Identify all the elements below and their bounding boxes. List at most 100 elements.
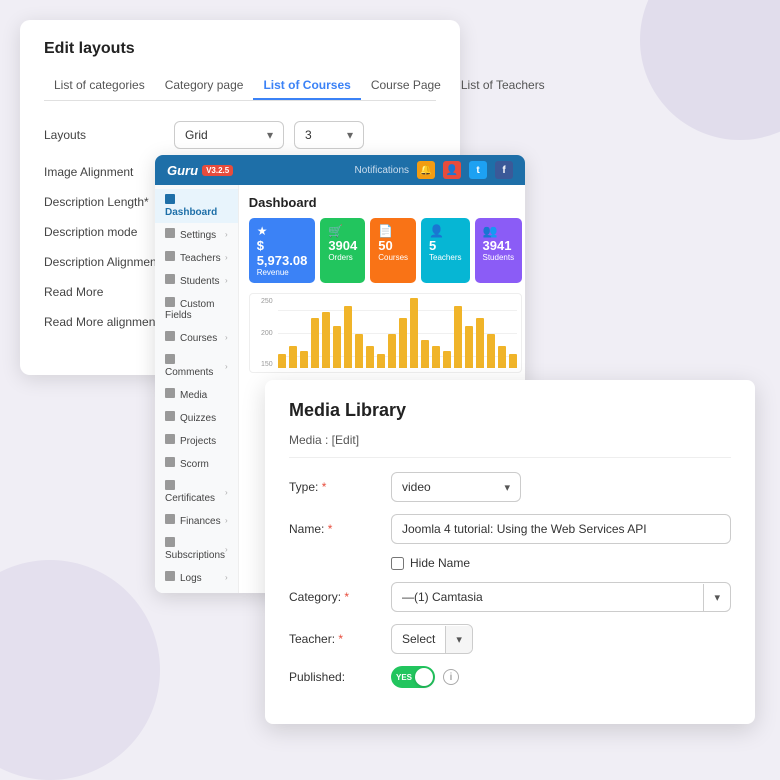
twitter-icon[interactable]: t (469, 161, 487, 179)
hide-name-row: Hide Name (391, 556, 731, 570)
sidebar-item-settings[interactable]: Settings › (155, 223, 238, 246)
tab-category-page[interactable]: Category page (155, 72, 254, 100)
teachers-icon (165, 251, 175, 261)
chart-bar (498, 346, 506, 368)
name-row: Name: * Joomla 4 tutorial: Using the Web… (289, 514, 731, 544)
chevron-right-icon: › (225, 230, 228, 239)
chevron-right-icon: › (225, 516, 228, 525)
certificates-icon (165, 480, 175, 490)
chart-y-150: 150 (252, 361, 273, 368)
chart-bar (410, 298, 418, 368)
scorm-icon (165, 457, 175, 467)
type-required: * (322, 480, 327, 494)
person-icon: 👤 (429, 224, 461, 238)
quizzes-icon (165, 411, 175, 421)
sidebar-item-students[interactable]: Students › (155, 269, 238, 292)
type-value: video (402, 480, 431, 494)
sidebar-item-logs[interactable]: Logs › (155, 566, 238, 589)
chevron-right-icon: › (225, 488, 228, 497)
chart-bar (333, 326, 341, 368)
name-input[interactable]: Joomla 4 tutorial: Using the Web Service… (391, 514, 731, 544)
name-label: Name: * (289, 522, 379, 536)
published-toggle[interactable]: YES (391, 666, 435, 688)
layout-num-select[interactable]: 3 ▾ (294, 121, 364, 149)
tab-list-of-categories[interactable]: List of categories (44, 72, 155, 100)
chart-bar (289, 346, 297, 368)
stat-orders: 🛒 3904 Orders (320, 218, 365, 283)
sidebar-item-subscriptions[interactable]: Subscriptions › (155, 532, 238, 566)
teacher-row: Teacher: * Select ▾ (289, 624, 731, 654)
name-value: Joomla 4 tutorial: Using the Web Service… (402, 522, 647, 536)
media-library-title: Media Library (289, 400, 731, 421)
hide-name-checkbox[interactable] (391, 557, 404, 570)
chevron-right-icon: › (225, 545, 228, 554)
sidebar-item-projects[interactable]: Projects (155, 429, 238, 452)
sidebar-item-media[interactable]: Media (155, 383, 238, 406)
layouts-label: Layouts (44, 128, 174, 142)
published-label: Published: (289, 670, 379, 684)
layout-grid-select[interactable]: Grid ▾ (174, 121, 284, 149)
user-icon[interactable]: 👤 (443, 161, 461, 179)
tab-list-of-courses[interactable]: List of Courses (253, 72, 360, 100)
chart-y-250: 250 (252, 298, 273, 305)
category-row: Category: * —(1) Camtasia ▾ (289, 582, 731, 612)
teacher-select[interactable]: Select ▾ (391, 624, 473, 654)
edit-layouts-title: Edit layouts (44, 40, 436, 58)
type-select[interactable]: video ▾ (391, 472, 521, 502)
stat-teachers: 👤 5 Teachers (421, 218, 469, 283)
sidebar-item-dashboard[interactable]: Dashboard (155, 189, 238, 223)
students-icon (165, 274, 175, 284)
sidebar-item-courses[interactable]: Courses › (155, 326, 238, 349)
chevron-right-icon: › (225, 253, 228, 262)
chevron-right-icon: › (225, 362, 228, 371)
toggle-yes-label: YES (396, 673, 412, 682)
sidebar-item-teachers[interactable]: Teachers › (155, 246, 238, 269)
bell-icon[interactable]: 🔔 (417, 161, 435, 179)
facebook-icon[interactable]: f (495, 161, 513, 179)
chart-bar (476, 318, 484, 368)
cart-icon: 🛒 (328, 224, 357, 238)
file-icon: 📄 (378, 224, 408, 238)
tab-list-of-teachers[interactable]: List of Teachers (451, 72, 555, 100)
stat-students: 👥 3941 Students (475, 218, 523, 283)
teacher-required: * (338, 632, 343, 646)
published-row: Published: YES i (289, 666, 731, 688)
chevron-down-icon: ▾ (267, 128, 273, 142)
stat-courses: 📄 50 Courses (370, 218, 416, 283)
chart-area: 250 200 150 (249, 293, 522, 373)
chevron-right-icon: › (225, 333, 228, 342)
chart-bar (465, 326, 473, 368)
tab-course-page[interactable]: Course Page (361, 72, 451, 100)
type-label: Type: * (289, 480, 379, 494)
sidebar-item-certificates[interactable]: Certificates › (155, 475, 238, 509)
sidebar-item-comments[interactable]: Comments › (155, 349, 238, 383)
teacher-value: Select (392, 625, 445, 653)
chevron-down-icon: ▾ (703, 584, 730, 611)
logs-icon (165, 571, 175, 581)
group-icon: 👥 (483, 224, 515, 238)
dashboard-sidebar: Dashboard Settings › Teachers › Students… (155, 185, 239, 593)
category-label: Category: * (289, 590, 379, 604)
chart-bar (432, 346, 440, 368)
orders-label: Orders (328, 253, 357, 262)
students-value: 3941 (483, 238, 515, 253)
custom-fields-icon (165, 297, 175, 307)
sidebar-item-quizzes[interactable]: Quizzes (155, 406, 238, 429)
hide-name-label: Hide Name (410, 556, 470, 570)
sidebar-item-custom-fields[interactable]: Custom Fields (155, 292, 238, 326)
info-icon[interactable]: i (443, 669, 459, 685)
subscriptions-icon (165, 537, 175, 547)
type-row: Type: * video ▾ (289, 472, 731, 502)
chart-y-labels: 250 200 150 (250, 294, 275, 372)
chart-bar (311, 318, 319, 368)
media-icon (165, 388, 175, 398)
chart-bar (509, 354, 517, 368)
category-select[interactable]: —(1) Camtasia ▾ (391, 582, 731, 612)
courses-icon (165, 331, 175, 341)
chart-bar (300, 351, 308, 368)
chart-bar (399, 318, 407, 368)
sidebar-item-finances[interactable]: Finances › (155, 509, 238, 532)
teacher-label: Teacher: * (289, 632, 379, 646)
sidebar-item-scorm[interactable]: Scorm (155, 452, 238, 475)
chart-bar (487, 334, 495, 368)
